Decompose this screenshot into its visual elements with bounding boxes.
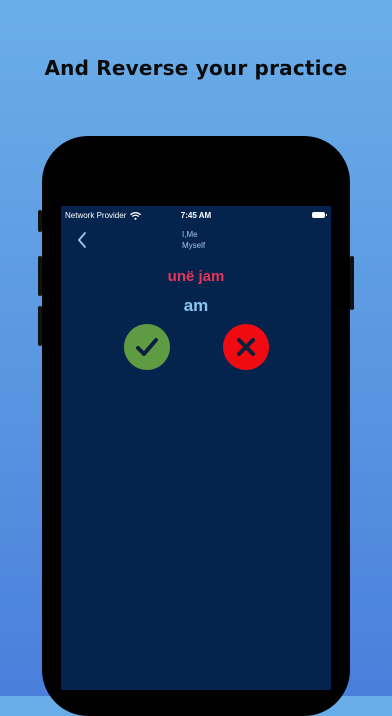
checkmark-icon xyxy=(136,338,158,356)
back-chevron-icon[interactable] xyxy=(75,230,91,250)
promo-headline: And Reverse your practice xyxy=(44,56,348,80)
correct-button[interactable] xyxy=(124,324,170,370)
status-bar: Network Provider 7:45 AM xyxy=(61,206,331,224)
cross-icon xyxy=(237,338,255,356)
answer-word: am xyxy=(183,296,209,315)
battery-icon xyxy=(312,212,327,218)
wrong-button[interactable] xyxy=(223,324,269,370)
app-screen: Network Provider 7:45 AM I,Me Myself unë… xyxy=(61,206,331,690)
nav-title-line2: Myself xyxy=(182,241,206,250)
phone-power-button xyxy=(350,256,354,310)
prompt-word: unë jam xyxy=(167,268,225,285)
status-time: 7:45 AM xyxy=(180,211,212,220)
nav-title-line1: I,Me xyxy=(182,230,198,239)
nav-title: I,Me Myself xyxy=(182,229,205,251)
